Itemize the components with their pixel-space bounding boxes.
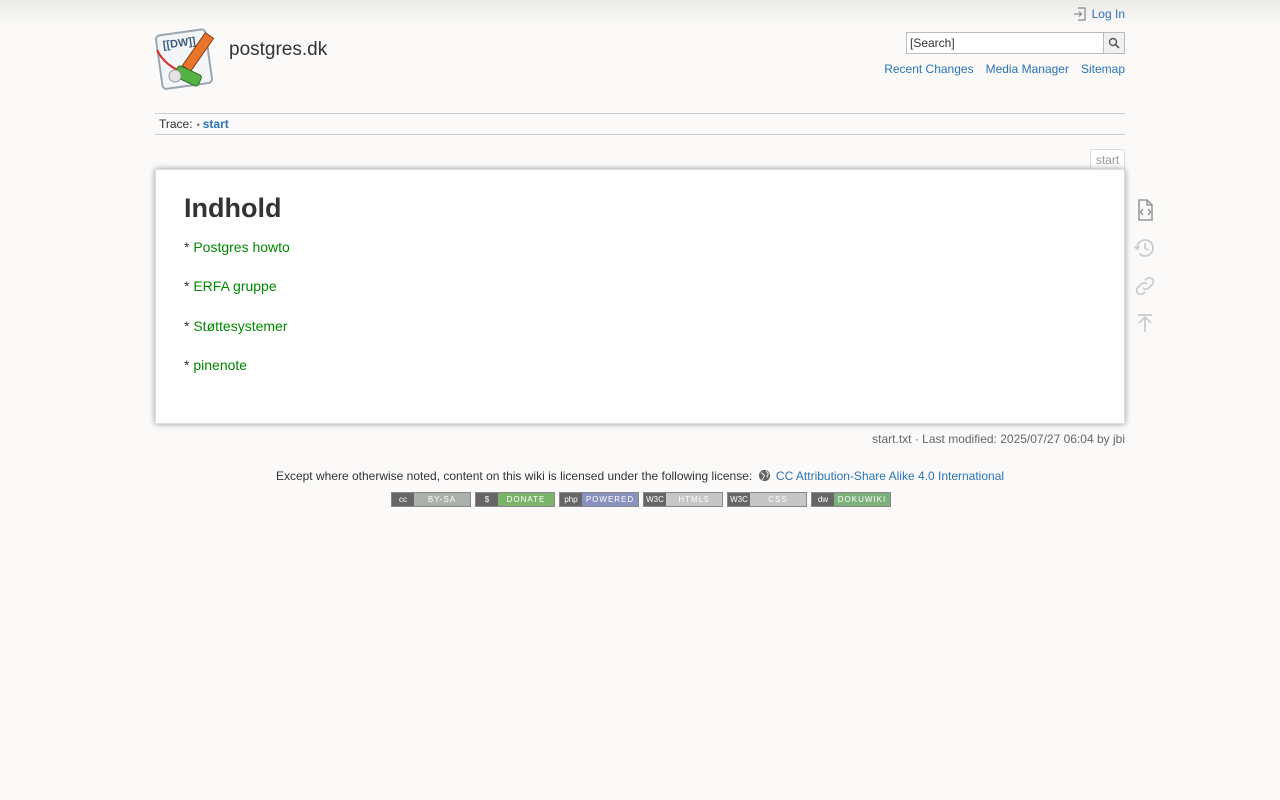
dokuwiki-logo-icon[interactable]: [[DW]] xyxy=(155,26,221,94)
history-icon xyxy=(1133,239,1154,257)
cc-license-badge[interactable]: cc BY-SA xyxy=(391,492,471,507)
link-postgres-howto[interactable]: Postgres howto xyxy=(193,239,290,255)
link-icon xyxy=(1135,276,1155,296)
sitemap-link[interactable]: Sitemap xyxy=(1081,62,1125,76)
page-tools xyxy=(1133,198,1157,350)
search-form xyxy=(906,32,1125,54)
badge-label: CSS xyxy=(750,493,806,506)
link-pinenote[interactable]: pinenote xyxy=(193,357,247,373)
list-bullet: * xyxy=(184,317,190,334)
link-erfa-gruppe[interactable]: ERFA gruppe xyxy=(193,278,276,294)
back-to-top-button[interactable] xyxy=(1133,312,1157,336)
list-item: * Støttesystemer xyxy=(184,317,290,356)
doc-info: start.txt · Last modified: 2025/07/27 06… xyxy=(872,432,1125,446)
globe-icon xyxy=(758,469,770,482)
page-content: Indhold * Postgres howto * ERFA gruppe *… xyxy=(155,169,1125,424)
recent-changes-link[interactable]: Recent Changes xyxy=(884,62,973,76)
php-powered-badge[interactable]: php POWERED xyxy=(559,492,639,507)
breadcrumb-separator: • xyxy=(196,120,200,130)
search-button[interactable] xyxy=(1104,32,1125,54)
search-icon xyxy=(1108,37,1120,49)
page-id-tab: start xyxy=(1090,149,1125,170)
badge-label: HTML5 xyxy=(666,493,722,506)
old-revisions-button[interactable] xyxy=(1133,236,1157,260)
badge-label: DOKUWIKI xyxy=(834,493,890,506)
list-bullet: * xyxy=(184,239,190,255)
content-list: * Postgres howto * ERFA gruppe * Støttes… xyxy=(184,238,290,395)
donate-badge[interactable]: $ DONATE xyxy=(475,492,555,507)
w3c-html5-badge[interactable]: W3C HTML5 xyxy=(643,492,723,507)
list-item: * ERFA gruppe xyxy=(184,277,290,316)
badge-label: POWERED xyxy=(582,493,638,506)
breadcrumb-start-link[interactable]: start xyxy=(203,117,229,131)
list-item: * Postgres howto xyxy=(184,238,290,277)
list-bullet: * xyxy=(184,278,190,295)
backlinks-button[interactable] xyxy=(1133,274,1157,298)
breadcrumb-label: Trace: xyxy=(159,117,193,131)
media-manager-link[interactable]: Media Manager xyxy=(986,62,1069,76)
login-icon xyxy=(1073,7,1086,21)
site-tools: Recent Changes Media Manager Sitemap xyxy=(884,62,1125,76)
login-link[interactable]: Log In xyxy=(1073,7,1125,21)
login-label: Log In xyxy=(1091,7,1125,21)
license-notice: Except where otherwise noted, content on… xyxy=(0,469,1280,483)
search-input[interactable] xyxy=(906,32,1104,54)
list-item: * pinenote xyxy=(184,356,290,395)
code-file-icon xyxy=(1138,199,1153,221)
site-title[interactable]: postgres.dk xyxy=(229,39,327,61)
badge-label: BY-SA xyxy=(414,493,470,506)
badge-label: DONATE xyxy=(498,493,554,506)
w3c-css-badge[interactable]: W3C CSS xyxy=(727,492,807,507)
list-bullet: * xyxy=(184,356,190,373)
license-link[interactable]: CC Attribution-Share Alike 4.0 Internati… xyxy=(776,469,1004,483)
license-text: Except where otherwise noted, content on… xyxy=(275,469,753,483)
arrow-up-icon xyxy=(1138,314,1152,332)
show-source-button[interactable] xyxy=(1133,198,1157,222)
footer-badges: cc BY-SA $ DONATE php POWERED W3C HTML5 W3C C… xyxy=(391,492,891,507)
dokuwiki-badge[interactable]: dw DOKUWIKI xyxy=(811,492,891,507)
link-stottesystemer[interactable]: Støttesystemer xyxy=(193,318,287,334)
page-title: Indhold xyxy=(184,193,282,223)
breadcrumb: Trace: • start xyxy=(155,113,1125,135)
